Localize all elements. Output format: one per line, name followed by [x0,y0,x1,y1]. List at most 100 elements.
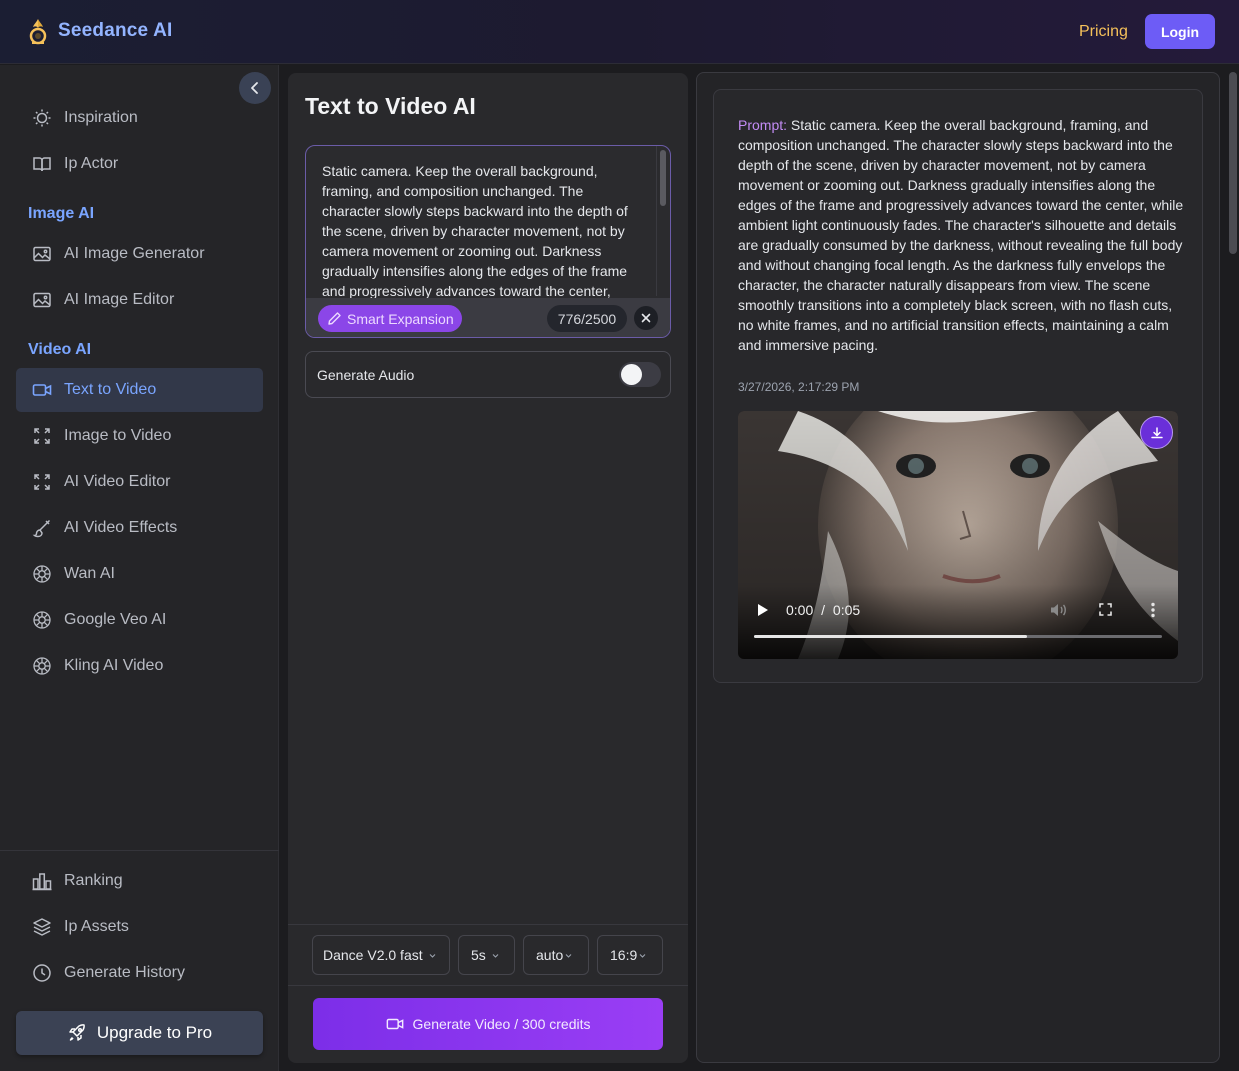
model-select[interactable]: Dance V2.0 fast [312,935,450,975]
sidebar-item-label: AI Video Effects [64,519,178,536]
sidebar-item-ai-video-effects[interactable]: AI Video Effects [16,506,263,550]
sidebar-item-label: AI Image Generator [64,245,205,262]
play-icon [758,604,768,616]
aperture-icon [32,564,52,584]
sidebar-item-label: Ranking [64,872,123,889]
more-vertical-icon [1151,602,1155,618]
top-header: Seedance AI Pricing Login [0,0,1239,64]
smart-expansion-label: Smart Expansion [347,310,454,327]
clock-icon [32,963,52,983]
model-value: Dance V2.0 fast [323,947,423,963]
sidebar: Inspiration Ip Actor Image AI AI Image G… [0,65,279,1071]
lightbulb-icon [32,108,52,128]
prompt-scroll-track [656,146,657,296]
clear-prompt-button[interactable] [634,306,658,330]
sidebar-item-label: AI Video Editor [64,473,171,490]
sidebar-item-inspiration[interactable]: Inspiration [16,96,263,140]
prompt-scrollbar[interactable] [660,150,666,206]
sidebar-item-label: Google Veo AI [64,611,167,628]
image-icon [32,244,52,264]
mute-button[interactable] [1049,602,1067,618]
sidebar-item-image-to-video[interactable]: Image to Video [16,414,263,458]
download-button[interactable] [1140,416,1173,449]
smart-expansion-button[interactable]: Smart Expansion [318,305,462,332]
sidebar-item-ai-video-editor[interactable]: AI Video Editor [16,460,263,504]
sidebar-item-kling-ai-video[interactable]: Kling AI Video [16,644,263,688]
sidebar-item-label: Generate History [64,964,185,981]
aspect-ratio-select[interactable]: 16:9 [597,935,663,975]
chevron-down-icon [428,951,437,960]
layers-icon [32,917,52,937]
sidebar-item-wan-ai[interactable]: Wan AI [16,552,263,596]
generator-panel: Text to Video AI Static camera. Keep the… [288,73,688,1063]
upgrade-to-pro-button[interactable]: Upgrade to Pro [16,1011,263,1055]
section-title-video-ai: Video AI [28,341,92,358]
video-time: 0:00 / 0:05 [786,602,860,618]
prompt-toolbar: Smart Expansion 776/2500 [306,298,670,337]
generate-audio-label: Generate Audio [317,366,415,383]
expand-icon [32,472,52,492]
sidebar-item-ip-actor[interactable]: Ip Actor [16,142,263,186]
play-button[interactable] [756,602,770,618]
volume-icon [1051,604,1066,616]
chevron-left-icon [251,82,258,94]
image-icon [32,290,52,310]
rocket-icon [67,1023,87,1043]
duration-time: 0:05 [832,602,861,618]
sidebar-item-label: AI Image Editor [64,291,175,308]
current-time: 0:00 [786,602,814,618]
pricing-link[interactable]: Pricing [1079,23,1128,41]
close-icon [641,313,651,323]
sidebar-item-google-veo-ai[interactable]: Google Veo AI [16,598,263,642]
result-card: Prompt: Static camera. Keep the overall … [713,89,1203,683]
login-button[interactable]: Login [1145,14,1215,49]
options-divider [288,924,688,925]
logo-icon [29,19,47,45]
resolution-value: auto [536,947,564,963]
generate-video-button[interactable]: Generate Video / 300 credits [313,998,663,1050]
sidebar-item-ranking[interactable]: Ranking [16,859,263,903]
sidebar-item-label: Image to Video [64,427,172,444]
sidebar-item-text-to-video[interactable]: Text to Video [16,368,263,412]
section-title-image-ai: Image AI [28,205,95,222]
prompt-textarea[interactable]: Static camera. Keep the overall backgrou… [322,161,640,299]
sidebar-item-label: Ip Actor [64,155,119,172]
upgrade-label: Upgrade to Pro [96,1023,213,1042]
aspect-ratio-value: 16:9 [610,947,638,963]
bar-chart-icon [32,871,52,891]
video-thumbnail [738,411,1178,659]
video-icon [386,1015,404,1033]
result-prompt: Prompt: Static camera. Keep the overall … [738,115,1186,355]
page-scrollbar[interactable] [1229,72,1237,254]
chevron-down-icon [491,951,500,960]
duration-select[interactable]: 5s [458,935,515,975]
aperture-icon [32,656,52,676]
video-icon [32,380,52,400]
generate-audio-row: Generate Audio [305,351,671,398]
prompt-text: Static camera. Keep the overall backgrou… [738,117,1184,353]
book-icon [32,154,52,174]
aperture-icon [32,610,52,630]
result-timestamp: 3/27/2026, 2:17:29 PM [738,380,860,394]
sidebar-item-label: Inspiration [64,109,138,126]
fullscreen-button[interactable] [1098,602,1113,617]
sidebar-item-ip-assets[interactable]: Ip Assets [16,905,263,949]
pencil-icon [327,311,342,326]
video-progress-bar[interactable] [754,635,1162,638]
sidebar-item-label: Text to Video [64,381,157,398]
sidebar-item-ai-image-generator[interactable]: AI Image Generator [16,232,263,276]
sidebar-item-ai-image-editor[interactable]: AI Image Editor [16,278,263,322]
more-options-button[interactable] [1150,602,1156,618]
generate-audio-toggle[interactable] [619,362,661,387]
sidebar-item-generate-history[interactable]: Generate History [16,951,263,995]
chevron-down-icon [638,951,647,960]
download-icon [1150,426,1163,438]
video-player[interactable]: 0:00 / 0:05 [738,411,1178,659]
fullscreen-icon [1099,603,1112,616]
video-buffered-fill [754,635,1028,638]
char-count-badge: 776/2500 [547,305,627,332]
app-name[interactable]: Seedance AI [58,20,173,42]
time-separator: / [821,602,826,618]
prompt-input[interactable]: Static camera. Keep the overall backgrou… [305,145,671,338]
resolution-select[interactable]: auto [523,935,589,975]
